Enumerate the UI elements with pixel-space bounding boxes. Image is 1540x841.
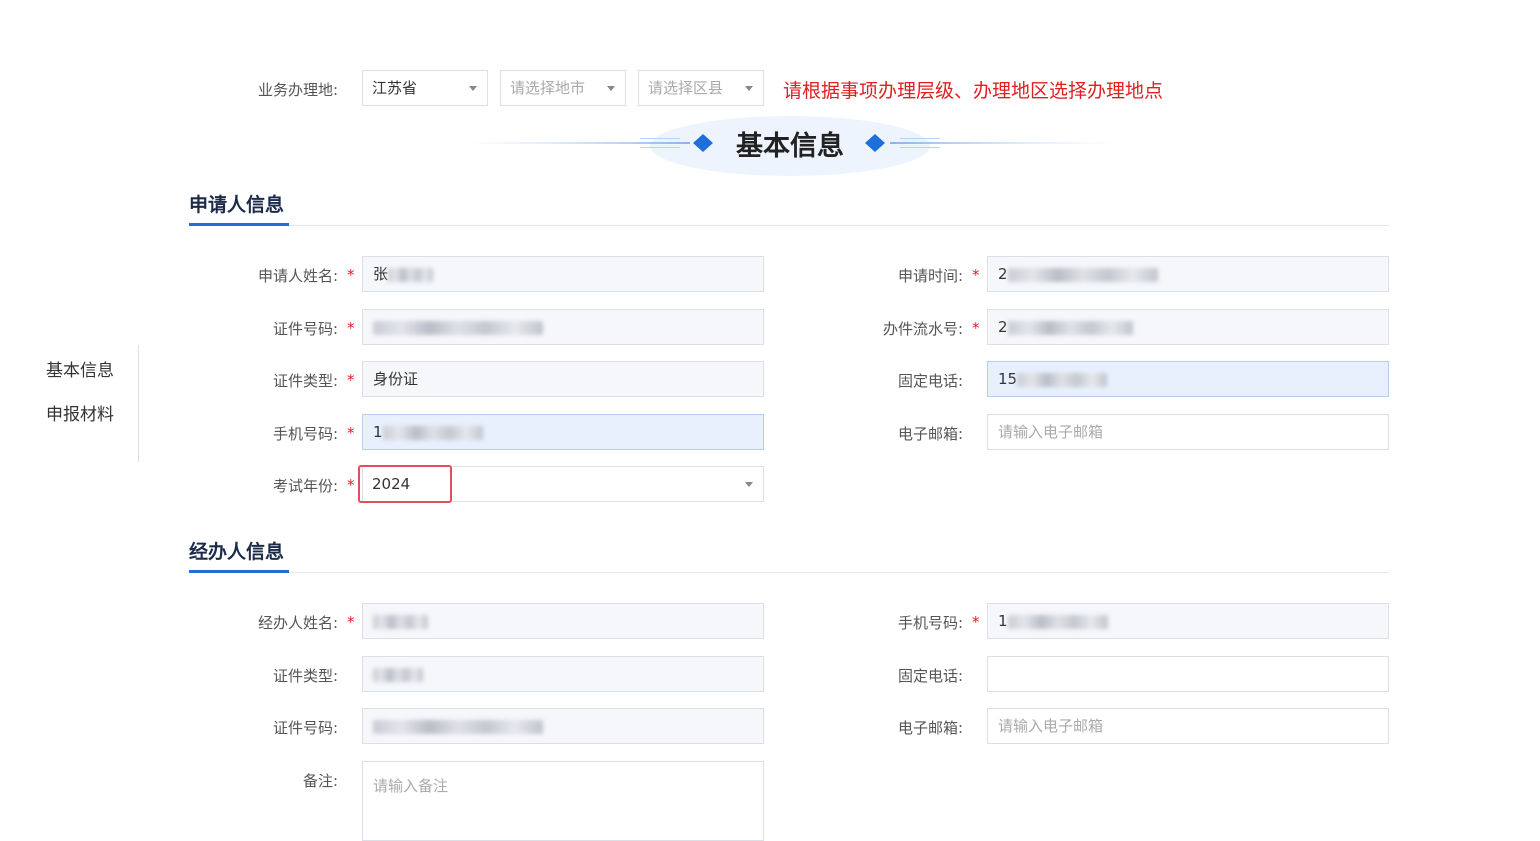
fixed-phone-input[interactable]: 15	[987, 361, 1389, 397]
agent-id-type-label: 证件类型:	[272, 667, 338, 685]
redacted-value	[1017, 372, 1108, 387]
required-mark: *	[972, 266, 980, 284]
section-underline	[189, 223, 289, 226]
required-mark: *	[347, 613, 355, 631]
agent-email-input[interactable]: 请输入电子邮箱	[987, 708, 1389, 744]
mobile-label: 手机号码:	[272, 425, 338, 443]
agent-fixed-phone-input[interactable]	[987, 656, 1389, 692]
serial-number-label: 办件流水号:	[882, 320, 963, 338]
sidebar-divider	[138, 345, 139, 462]
fixed-phone-label: 固定电话:	[897, 372, 963, 390]
apply-time-label: 申请时间:	[897, 267, 963, 285]
chevron-down-icon	[745, 86, 753, 91]
section-underline	[189, 570, 289, 573]
county-placeholder: 请选择区县	[648, 79, 724, 97]
redacted-value	[373, 719, 543, 734]
applicant-section-title: 申请人信息	[189, 194, 285, 216]
city-select[interactable]: 请选择地市	[500, 70, 626, 106]
agent-section-title: 经办人信息	[189, 541, 285, 563]
agent-id-number-label: 证件号码:	[272, 719, 338, 737]
required-mark: *	[972, 613, 980, 631]
section-rule	[189, 572, 1389, 573]
email-placeholder: 请输入电子邮箱	[998, 423, 1104, 441]
location-label: 业务办理地:	[257, 81, 338, 99]
redacted-value	[1007, 320, 1133, 335]
section-rule	[189, 225, 1389, 226]
agent-mobile-input[interactable]: 1	[987, 603, 1389, 639]
redacted-value	[388, 267, 434, 282]
agent-mobile-label: 手机号码:	[897, 614, 963, 632]
redacted-value	[382, 425, 483, 440]
email-label: 电子邮箱:	[897, 425, 963, 443]
remark-placeholder: 请输入备注	[373, 777, 449, 795]
exam-year-label: 考试年份:	[272, 477, 338, 495]
province-select[interactable]: 江苏省	[362, 70, 488, 106]
apply-time-input[interactable]: 2	[987, 256, 1389, 292]
applicant-name-input[interactable]: 张	[362, 256, 764, 292]
sidebar-item-materials[interactable]: 申报材料	[46, 400, 114, 425]
agent-id-type-input[interactable]	[362, 656, 764, 692]
agent-name-input[interactable]	[362, 603, 764, 639]
redacted-value	[373, 667, 423, 682]
location-hint: 请根据事项办理层级、办理地区选择办理地点	[783, 80, 1164, 102]
agent-fixed-phone-label: 固定电话:	[897, 667, 963, 685]
province-value: 江苏省	[372, 79, 418, 97]
required-mark: *	[347, 266, 355, 284]
required-mark: *	[347, 476, 355, 494]
mobile-value: 1	[373, 423, 383, 441]
serial-number-input[interactable]: 2	[987, 309, 1389, 345]
serial-number-value: 2	[998, 318, 1008, 336]
agent-name-label: 经办人姓名:	[257, 614, 338, 632]
id-number-label: 证件号码:	[272, 320, 338, 338]
highlight-box	[358, 465, 452, 503]
redacted-value	[373, 320, 543, 335]
required-mark: *	[972, 319, 980, 337]
applicant-name-value: 张	[373, 265, 389, 283]
agent-email-label: 电子邮箱:	[897, 719, 963, 737]
agent-id-number-input[interactable]	[362, 708, 764, 744]
agent-email-placeholder: 请输入电子邮箱	[998, 717, 1104, 735]
email-input[interactable]: 请输入电子邮箱	[987, 414, 1389, 450]
redacted-value	[1007, 614, 1108, 629]
remark-label: 备注:	[302, 772, 338, 790]
redacted-value	[1007, 267, 1158, 282]
redacted-value	[373, 614, 428, 629]
fixed-phone-value: 15	[998, 370, 1018, 388]
required-mark: *	[347, 319, 355, 337]
county-select[interactable]: 请选择区县	[638, 70, 764, 106]
apply-time-value: 2	[998, 265, 1008, 283]
required-mark: *	[347, 371, 355, 389]
applicant-name-label: 申请人姓名:	[257, 267, 338, 285]
sidebar-item-basic-info[interactable]: 基本信息	[46, 356, 114, 381]
id-type-input[interactable]: 身份证	[362, 361, 764, 397]
id-number-input[interactable]	[362, 309, 764, 345]
remark-textarea[interactable]: 请输入备注	[362, 761, 764, 841]
required-mark: *	[347, 424, 355, 442]
chevron-down-icon	[469, 86, 477, 91]
id-type-label: 证件类型:	[272, 372, 338, 390]
city-placeholder: 请选择地市	[510, 79, 586, 97]
mobile-input[interactable]: 1	[362, 414, 764, 450]
agent-mobile-value: 1	[998, 612, 1008, 630]
banner-title: 基本信息	[736, 131, 844, 162]
chevron-down-icon	[745, 482, 753, 487]
chevron-down-icon	[607, 86, 615, 91]
